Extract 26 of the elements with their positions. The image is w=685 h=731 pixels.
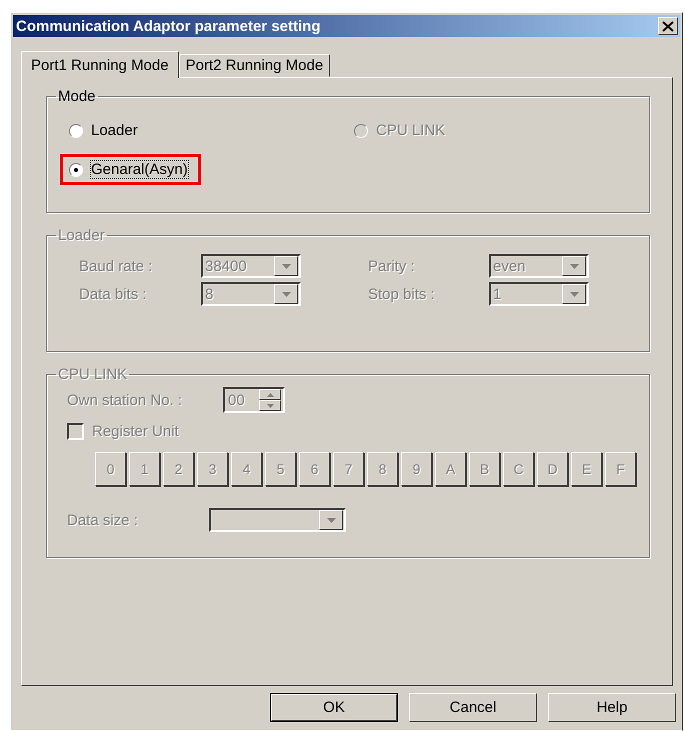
caret-icon [570, 264, 578, 268]
field-label: Own station No. : [67, 392, 184, 408]
close-icon [662, 20, 674, 32]
group-label: Mode [57, 88, 97, 105]
down-arrow-icon [266, 404, 274, 408]
caret-icon [570, 292, 578, 296]
radio-option[interactable]: Genaral(Asyn) [69, 161, 188, 178]
field-label: Baud rate : [79, 258, 154, 274]
caret-icon [326, 518, 336, 522]
window-title: Communication Adaptor parameter setting [16, 18, 320, 34]
up-arrow-icon [266, 392, 274, 396]
field-label: Parity : [367, 258, 416, 274]
caret-icon [282, 264, 290, 268]
close-button[interactable] [658, 17, 678, 35]
field-label: Data size : [67, 512, 139, 528]
tab[interactable]: Port1 Running Mode [21, 51, 179, 78]
dialog-button[interactable]: Help [548, 693, 676, 722]
dialog-button[interactable]: Cancel [409, 693, 537, 722]
radio-option[interactable]: Loader [69, 122, 138, 139]
field-label: Data bits : [79, 286, 148, 302]
group-label: Loader [57, 227, 106, 244]
group-label: CPU LINK [57, 366, 128, 383]
field-label: Stop bits : [367, 286, 436, 302]
caret-icon [282, 292, 290, 296]
tab[interactable]: Port2 Running Mode [178, 54, 330, 77]
dialog-button[interactable]: OK [270, 693, 398, 722]
